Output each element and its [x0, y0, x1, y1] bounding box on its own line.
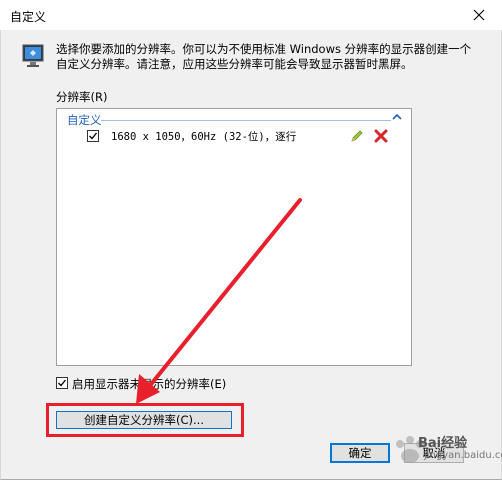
- show-unsupported-checkbox[interactable]: [56, 377, 68, 389]
- resolution-list-label: 分辨率(R): [56, 90, 108, 104]
- watermark-url: jingyan.baidu.com: [424, 450, 502, 461]
- checkmark-icon: [58, 379, 67, 387]
- watermark-brand: Bai经验: [418, 436, 468, 451]
- instructions-text: 选择你要添加的分辨率。你可以为不使用标准 Windows 分辨率的显示器创建一个…: [56, 42, 472, 71]
- annotation-highlight-box: [46, 403, 244, 437]
- monitor-icon: [22, 44, 44, 67]
- delete-icon[interactable]: [373, 128, 389, 144]
- resolution-list[interactable]: 自定义 1680 x 1050，60Hz (32-位)，逐行: [56, 108, 412, 366]
- resolution-item-checkbox[interactable]: [87, 130, 99, 142]
- resolution-item[interactable]: 1680 x 1050，60Hz (32-位)，逐行: [87, 127, 397, 147]
- show-unsupported-label: 启用显示器未显示的分辨率(E): [72, 377, 227, 391]
- checkmark-icon: [89, 132, 98, 140]
- close-icon: [473, 9, 485, 21]
- close-button[interactable]: [456, 0, 502, 30]
- title-bar: 自定义: [0, 0, 502, 30]
- resolution-item-label: 1680 x 1050，60Hz (32-位)，逐行: [111, 131, 297, 143]
- pencil-icon[interactable]: [349, 128, 365, 144]
- group-header-custom: 自定义: [67, 113, 102, 127]
- group-divider: [101, 120, 391, 121]
- window-title: 自定义: [10, 10, 47, 24]
- chevron-up-icon[interactable]: [391, 111, 403, 123]
